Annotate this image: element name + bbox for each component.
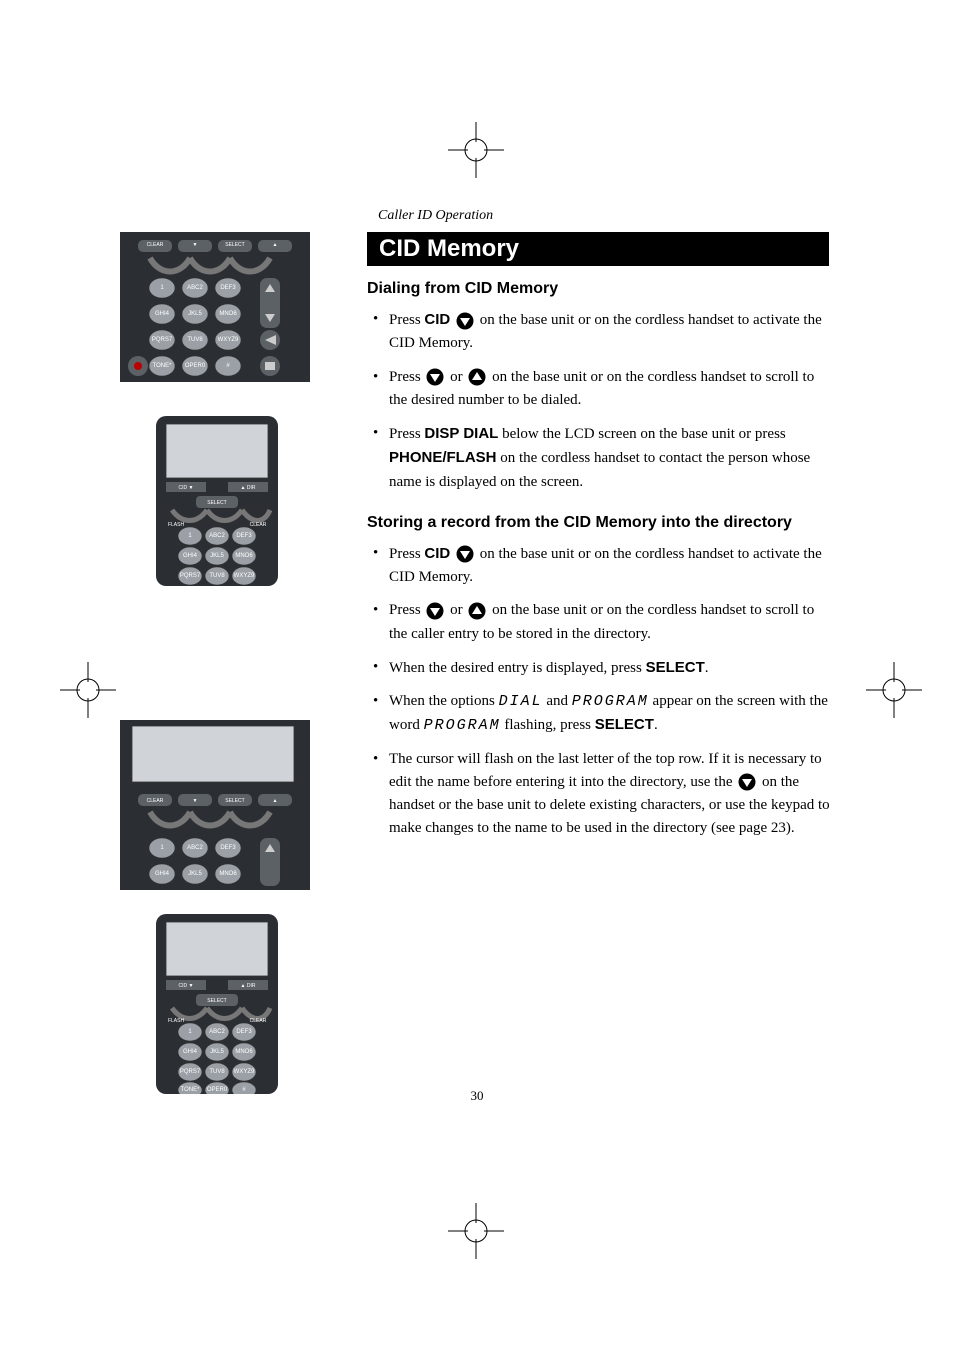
down-arrow-icon — [426, 602, 444, 620]
svg-text:SELECT: SELECT — [207, 998, 226, 1004]
svg-text:TUV8: TUV8 — [187, 337, 203, 343]
svg-text:FLASH: FLASH — [168, 522, 185, 528]
svg-text:CLEAR: CLEAR — [250, 1018, 267, 1024]
subheading-storing: Storing a record from the CID Memory int… — [367, 514, 833, 532]
crop-mark-left — [60, 662, 116, 718]
page-number: 30 — [0, 1088, 954, 1104]
svg-text:JKL5: JKL5 — [188, 311, 202, 317]
svg-text:TUV8: TUV8 — [209, 573, 225, 579]
svg-text:CID ▼: CID ▼ — [179, 485, 194, 491]
illustration-handset: CID ▼ ▲ DIR SELECT FLASHCLEAR 1 ABC2 DEF… — [152, 416, 282, 591]
svg-text:GHI4: GHI4 — [155, 871, 170, 877]
svg-text:DEF3: DEF3 — [236, 1029, 252, 1035]
crop-mark-top — [448, 122, 504, 178]
svg-text:▲: ▲ — [273, 242, 278, 248]
section-header: Caller ID Operation — [378, 208, 493, 224]
svg-text:WXYZ9: WXYZ9 — [234, 1069, 255, 1075]
svg-text:SELECT: SELECT — [207, 500, 226, 506]
list-item: When the desired entry is displayed, pre… — [367, 656, 833, 680]
svg-text:DEF3: DEF3 — [236, 533, 252, 539]
down-arrow-icon — [738, 773, 756, 791]
down-arrow-icon — [456, 312, 474, 330]
svg-text:MNO6: MNO6 — [219, 871, 237, 877]
list-item: Press DISP DIAL below the LCD screen on … — [367, 422, 833, 494]
svg-text:▲: ▲ — [273, 798, 278, 804]
up-arrow-icon — [468, 368, 486, 386]
svg-text:PQRS7: PQRS7 — [180, 573, 201, 579]
svg-text:▼: ▼ — [193, 798, 198, 804]
svg-text:TONE*: TONE* — [181, 1087, 201, 1093]
svg-text:TONE*: TONE* — [153, 363, 173, 369]
svg-text:ABC2: ABC2 — [187, 845, 203, 851]
svg-text:OPER0: OPER0 — [207, 1087, 228, 1093]
svg-text:MNO6: MNO6 — [219, 311, 237, 317]
svg-text:GHI4: GHI4 — [155, 311, 170, 317]
svg-text:DEF3: DEF3 — [220, 285, 236, 291]
list-dialing: Press CID on the base unit or on the cor… — [367, 308, 833, 494]
svg-text:FLASH: FLASH — [168, 1018, 185, 1024]
svg-text:CLEAR: CLEAR — [147, 798, 164, 804]
svg-text:ABC2: ABC2 — [209, 1029, 225, 1035]
list-item: Press or on the base unit or on the cord… — [367, 599, 833, 646]
list-storing: Press CID on the base unit or on the cor… — [367, 542, 833, 841]
illustration-base-keypad: CLEAR ▼ SELECT ▲ 1 ABC2 DEF3 GHI4 JKL5 M… — [120, 232, 310, 387]
svg-text:GHI4: GHI4 — [183, 1049, 198, 1055]
svg-text:SELECT: SELECT — [225, 242, 244, 248]
crop-mark-bottom — [448, 1203, 504, 1259]
svg-text:▲ DIR: ▲ DIR — [241, 983, 256, 989]
illustration-handset-2: CID ▼ ▲ DIR SELECT FLASHCLEAR 1 ABC2 DEF… — [152, 914, 282, 1099]
crop-mark-right — [866, 662, 922, 718]
svg-text:CID ▼: CID ▼ — [179, 983, 194, 989]
up-arrow-icon — [468, 602, 486, 620]
subheading-dialing: Dialing from CID Memory — [367, 280, 833, 298]
down-arrow-icon — [426, 368, 444, 386]
list-item: The cursor will flash on the last letter… — [367, 748, 833, 841]
svg-text:SELECT: SELECT — [225, 798, 244, 804]
svg-text:PQRS7: PQRS7 — [180, 1069, 201, 1075]
svg-text:CLEAR: CLEAR — [147, 242, 164, 248]
svg-text:ABC2: ABC2 — [187, 285, 203, 291]
svg-text:WXYZ9: WXYZ9 — [218, 337, 239, 343]
list-item: Press or on the base unit or on the cord… — [367, 366, 833, 413]
svg-text:JKL5: JKL5 — [210, 553, 224, 559]
svg-text:WXYZ9: WXYZ9 — [234, 573, 255, 579]
svg-text:TUV8: TUV8 — [209, 1069, 225, 1075]
svg-text:JKL5: JKL5 — [188, 871, 202, 877]
svg-text:DEF3: DEF3 — [220, 845, 236, 851]
list-item: Press CID on the base unit or on the cor… — [367, 542, 833, 590]
svg-text:GHI4: GHI4 — [183, 553, 198, 559]
down-arrow-icon — [456, 545, 474, 563]
list-item: When the options DIAL and PROGRAM appear… — [367, 690, 833, 738]
illustration-base-partial: CLEAR ▼ SELECT ▲ 1 ABC2 DEF3 GHI4 JKL5 M… — [120, 720, 310, 895]
svg-text:OPER0: OPER0 — [185, 363, 206, 369]
svg-text:JKL5: JKL5 — [210, 1049, 224, 1055]
svg-text:MNO6: MNO6 — [235, 1049, 253, 1055]
page-title: CID Memory — [367, 232, 829, 266]
svg-text:CLEAR: CLEAR — [250, 522, 267, 528]
list-item: Press CID on the base unit or on the cor… — [367, 308, 833, 356]
svg-text:PQRS7: PQRS7 — [152, 337, 173, 343]
svg-text:ABC2: ABC2 — [209, 533, 225, 539]
svg-text:▼: ▼ — [193, 242, 198, 248]
svg-text:MNO6: MNO6 — [235, 553, 253, 559]
svg-text:▲ DIR: ▲ DIR — [241, 485, 256, 491]
